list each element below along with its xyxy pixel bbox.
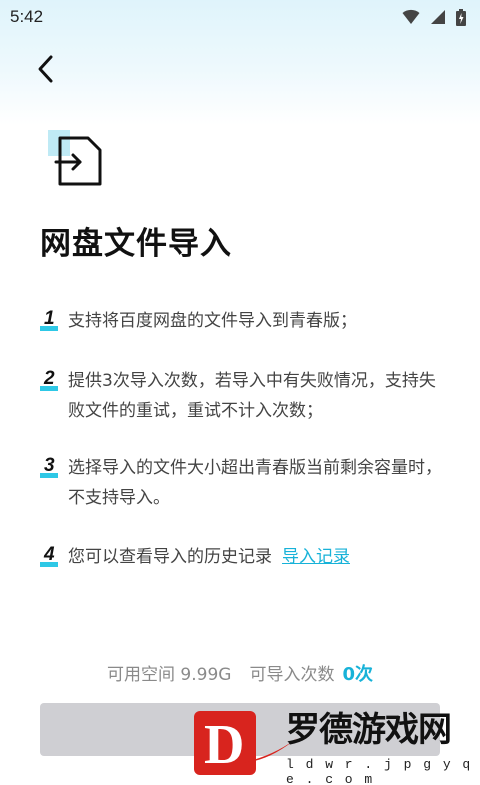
quota-info: 可用空间 9.99G 可导入次数 0次 [0, 660, 480, 686]
rule-item: 2 提供3次导入次数，若导入中有失败情况，支持失败文件的重试，重试不计入次数； [40, 368, 450, 426]
back-button[interactable] [28, 50, 64, 88]
rule-number: 2 [40, 368, 68, 394]
battery-icon [456, 8, 466, 26]
status-time: 5:42 [10, 7, 44, 26]
import-history-link[interactable]: 导入记录 [282, 547, 350, 567]
rule-item: 1 支持将百度网盘的文件导入到青春版； [40, 308, 450, 336]
rule-number: 4 [40, 544, 68, 570]
rule-text: 选择导入的文件大小超出青春版当前剩余容量时，不支持导入。 [68, 458, 442, 508]
rule-number: 3 [40, 455, 68, 481]
rule-text-body: 您可以查看导入的历史记录 [68, 547, 272, 567]
watermark: D 罗德游戏网 l d w r . j p g y q e . c o m [190, 705, 480, 785]
status-bar: 5:42 [0, 0, 480, 34]
file-import-icon [46, 128, 106, 188]
watermark-name: 罗德游戏网 [286, 710, 452, 750]
rule-item: 3 选择导入的文件大小超出青春版当前剩余容量时，不支持导入。 [40, 455, 450, 513]
rule-text: 提供3次导入次数，若导入中有失败情况，支持失败文件的重试，重试不计入次数； [68, 371, 436, 421]
rule-text: 支持将百度网盘的文件导入到青春版； [68, 311, 357, 331]
chevron-left-icon [38, 55, 53, 83]
rule-text: 您可以查看导入的历史记录 导入记录 [68, 542, 448, 572]
available-space: 可用空间 9.99G [107, 665, 232, 685]
rule-number: 1 [40, 308, 68, 334]
import-count-value: 0次 [342, 664, 373, 685]
import-count-label: 可导入次数 [249, 665, 335, 685]
rule-item: 4 您可以查看导入的历史记录 导入记录 [40, 544, 450, 572]
watermark-url: l d w r . j p g y q e . c o m [286, 757, 473, 785]
status-icons [402, 8, 466, 26]
page-title: 网盘文件导入 [40, 226, 232, 262]
signal-icon [431, 10, 445, 24]
wifi-icon [402, 9, 420, 24]
